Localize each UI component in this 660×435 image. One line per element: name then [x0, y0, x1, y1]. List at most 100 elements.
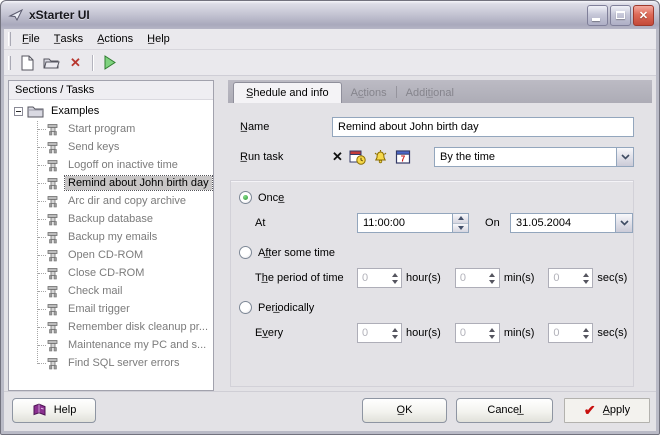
calendar-icon[interactable]: 7 — [395, 149, 411, 165]
cancel-button[interactable]: Cancel̲ — [456, 397, 553, 423]
tree-item-find-sql-errors[interactable]: Find SQL server errors — [9, 354, 213, 372]
task-icon — [47, 357, 58, 369]
name-input[interactable] — [332, 117, 634, 137]
task-icon — [47, 285, 58, 297]
menu-actions[interactable]: A̲ctions — [90, 30, 140, 48]
periodically-label: Peri̲odically — [258, 301, 315, 314]
date-dropdown-button[interactable] — [615, 214, 632, 232]
after-hours-spinner[interactable]: 0 — [357, 268, 402, 288]
chevron-down-icon — [620, 154, 630, 160]
every-minutes-spinner[interactable]: 0 — [454, 323, 500, 343]
tree-item-check-mail[interactable]: Check mail — [9, 282, 213, 300]
run-task-selected-value: By the time — [440, 151, 496, 163]
task-icon — [47, 141, 58, 153]
once-radio[interactable] — [239, 191, 252, 204]
delete-task-button[interactable] — [64, 52, 87, 73]
spin-arrows[interactable] — [488, 272, 499, 284]
task-detail-panel: S̲hedule and info Ac̲tions Addit̲ional N… — [228, 80, 652, 391]
no-schedule-icon[interactable] — [332, 149, 343, 165]
close-icon — [639, 9, 648, 22]
toolbar-separator — [92, 54, 93, 71]
spin-up-button[interactable] — [453, 214, 469, 224]
window-title: xStarter UI — [29, 8, 90, 22]
tree-item-send-keys[interactable]: Send keys — [9, 138, 213, 156]
panel-splitter[interactable] — [214, 80, 228, 391]
footer-bar: Help O̲K Cancel̲ A̲pply — [4, 391, 656, 431]
arrow-up-icon — [457, 216, 464, 221]
open-button[interactable] — [40, 52, 63, 73]
after-radio-row: Af̲ter some time — [239, 246, 633, 259]
spin-arrows[interactable] — [390, 327, 401, 339]
seconds-suffix-label: sec(s) — [597, 327, 628, 339]
menu-tasks[interactable]: T̲asks — [47, 30, 90, 48]
tab-additional[interactable]: Addit̲ional — [397, 83, 463, 103]
minutes-suffix-label: min(s) — [503, 272, 535, 284]
date-time-icon[interactable] — [349, 149, 366, 165]
tasks-tree: Examples Start program Send keys Logoff … — [9, 100, 213, 390]
close-button[interactable] — [633, 4, 654, 26]
arrow-down-icon — [457, 225, 464, 230]
sidebar: Sections / Tasks Examples Start program … — [8, 80, 214, 391]
ok-button[interactable]: O̲K — [362, 397, 447, 423]
task-icon — [47, 303, 58, 315]
name-label: N̲ame — [240, 121, 270, 133]
once-label: Once̲ — [258, 191, 285, 204]
after-minutes-spinner[interactable]: 0 — [454, 268, 500, 288]
toolbar — [4, 50, 656, 76]
task-icon — [47, 339, 58, 351]
time-spinner[interactable]: 11:00:00 — [357, 213, 470, 233]
svg-text:7: 7 — [401, 155, 406, 164]
tree-item-start-program[interactable]: Start program — [9, 120, 213, 138]
titlebar: xStarter UI — [1, 1, 659, 29]
tree-item-email-trigger[interactable]: Email trigger — [9, 300, 213, 318]
seconds-suffix-label: sec(s) — [597, 272, 628, 284]
apply-button[interactable]: A̲pply — [564, 397, 650, 423]
run-task-select[interactable]: By the time — [434, 147, 634, 167]
arrow-down-icon — [489, 279, 496, 284]
menu-help[interactable]: H̲elp — [140, 30, 177, 48]
tree-item-close-cdrom[interactable]: Close CD-ROM — [9, 264, 213, 282]
task-icon — [47, 231, 58, 243]
spin-arrows[interactable] — [390, 272, 401, 284]
periodically-radio-row: Peri̲odically — [239, 301, 633, 314]
tree-item-backup-emails[interactable]: Backup my emails — [9, 228, 213, 246]
spin-down-button[interactable] — [453, 223, 469, 232]
run-task-mode-icons: 7 — [332, 149, 434, 165]
time-value: 11:00:00 — [363, 217, 406, 229]
task-icon — [47, 249, 58, 261]
help-button[interactable]: Help — [12, 397, 96, 423]
menu-file[interactable]: F̲ile — [15, 30, 47, 48]
date-select[interactable]: 31.05.2004 — [510, 213, 633, 233]
time-spin-buttons — [452, 214, 469, 232]
run-task-dropdown-button[interactable] — [616, 148, 633, 166]
every-hours-spinner[interactable]: 0 — [357, 323, 402, 343]
every-seconds-spinner[interactable]: 0 — [548, 323, 594, 343]
maximize-button[interactable] — [610, 4, 631, 26]
arrow-down-icon — [391, 334, 398, 339]
run-task-button[interactable] — [98, 52, 121, 73]
tree-item-backup-database[interactable]: Backup database — [9, 210, 213, 228]
spin-arrows[interactable] — [488, 327, 499, 339]
tree-root-examples[interactable]: Examples — [9, 102, 213, 120]
tree-item-logoff[interactable]: Logoff on inactive time — [9, 156, 213, 174]
tab-actions[interactable]: Ac̲tions — [342, 83, 396, 103]
spin-arrows[interactable] — [581, 272, 592, 284]
minimize-button[interactable] — [587, 4, 608, 26]
new-task-button[interactable] — [16, 52, 39, 73]
periodically-radio[interactable] — [239, 301, 252, 314]
tree-item-maintenance[interactable]: Maintenance my PC and s... — [9, 336, 213, 354]
tree-item-open-cdrom[interactable]: Open CD-ROM — [9, 246, 213, 264]
alarm-bell-icon[interactable] — [372, 149, 389, 165]
after-seconds-spinner[interactable]: 0 — [548, 268, 594, 288]
tab-schedule-and-info[interactable]: S̲hedule and info — [233, 82, 342, 103]
toolbar-grip — [8, 55, 11, 70]
folder-icon — [27, 106, 44, 117]
collapse-icon[interactable] — [14, 106, 23, 116]
arrow-up-icon — [489, 327, 496, 332]
after-some-time-radio[interactable] — [239, 246, 252, 259]
tree-item-remind-selected[interactable]: Remind about John birth day — [9, 174, 213, 192]
spin-arrows[interactable] — [581, 327, 592, 339]
tree-item-disk-cleanup[interactable]: Remember disk cleanup pr... — [9, 318, 213, 336]
tree-item-arc-dir[interactable]: Arc dir and copy archive — [9, 192, 213, 210]
at-label: At — [255, 217, 266, 229]
